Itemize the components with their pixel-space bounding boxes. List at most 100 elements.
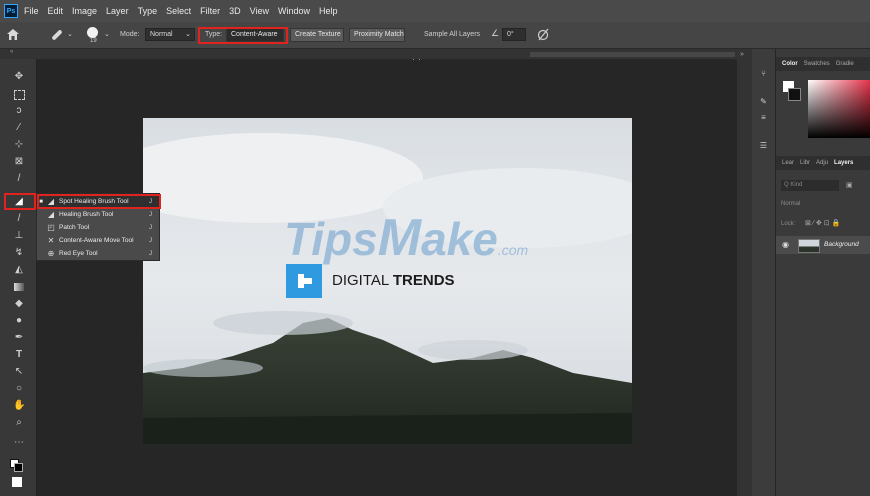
digital-trends-wordmark: DIGITAL TRENDS: [332, 272, 455, 289]
lasso-tool-icon[interactable]: ↄ: [13, 105, 25, 117]
menu-file[interactable]: File: [24, 6, 39, 16]
frame-tool-icon[interactable]: ⊠: [13, 156, 25, 168]
adjustments-icon[interactable]: ≡: [757, 113, 770, 125]
watermark-ips: ips: [311, 213, 378, 265]
menu-layer[interactable]: Layer: [106, 6, 129, 16]
menu-edit[interactable]: Edit: [48, 6, 64, 16]
layer-filter-input[interactable]: Q Kind: [781, 180, 839, 191]
layer-filter-placeholder: Q Kind: [784, 182, 803, 188]
flyout-item-red-eye[interactable]: ⊕ Red Eye Tool J: [37, 247, 159, 260]
angle-input[interactable]: 0°: [502, 28, 526, 41]
menu-image[interactable]: Image: [72, 6, 97, 16]
menu-view[interactable]: View: [250, 6, 269, 16]
flyout-item-shortcut: J: [149, 237, 152, 244]
brush-settings-icon[interactable]: ✎: [757, 97, 770, 109]
hand-tool-icon[interactable]: ✋: [13, 400, 25, 412]
tool-highlight-box: [4, 193, 36, 210]
tab-adjustments[interactable]: Adju: [816, 160, 828, 166]
expand-panels-icon[interactable]: »: [740, 51, 744, 58]
menu-3d[interactable]: 3D: [229, 6, 241, 16]
flyout-item-shortcut: J: [149, 250, 152, 257]
digital-trends-logo: [286, 264, 322, 298]
zoom-tool-icon[interactable]: ⌕: [13, 417, 25, 429]
quick-mask-icon[interactable]: [12, 477, 22, 487]
visibility-eye-icon[interactable]: ◉: [782, 240, 789, 249]
panel-icon-column: ⑂ ✎ ≡ ☰: [752, 49, 776, 496]
flyout-item-label: Content-Aware Move Tool: [59, 237, 134, 244]
preset-dropdown-icon[interactable]: ⌄: [67, 30, 73, 38]
tab-libraries[interactable]: Libr: [800, 160, 810, 166]
background-color-chip[interactable]: [788, 88, 801, 101]
brand-bold: TRENDS: [392, 272, 455, 289]
menu-type[interactable]: Type: [138, 6, 158, 16]
tools-panel: ✥ ↄ ⁄ ⊹ ⊠ / ◢ / ⊥ ↯ ◭ ◆ ● ✒ T ↖ ○ ✋ ⌕ ⋯: [0, 59, 37, 496]
color-picker-field[interactable]: [808, 80, 870, 138]
flyout-item-content-aware-move[interactable]: ✕ Content-Aware Move Tool J: [37, 234, 159, 247]
flyout-item-label: Red Eye Tool: [59, 250, 98, 257]
properties-icon[interactable]: ☰: [757, 141, 770, 153]
tipsmake-watermark: TipsMake.com: [284, 208, 528, 268]
tab-layers[interactable]: Layers: [834, 160, 853, 166]
eraser-tool-icon[interactable]: ◭: [13, 264, 25, 276]
pen-tool-icon[interactable]: ✒: [13, 332, 25, 344]
blend-mode-select[interactable]: Normal: [781, 201, 800, 207]
menu-help[interactable]: Help: [319, 6, 338, 16]
path-selection-tool-icon[interactable]: ↖: [13, 366, 25, 378]
brush-size-value: 19: [90, 38, 97, 44]
brush-tip-icon[interactable]: [87, 27, 98, 38]
home-icon[interactable]: [7, 29, 19, 40]
flyout-item-healing-brush[interactable]: ◢ Healing Brush Tool J: [37, 208, 159, 221]
magic-wand-tool-icon[interactable]: ⁄: [13, 122, 25, 134]
menu-filter[interactable]: Filter: [200, 6, 220, 16]
flyout-item-label: Patch Tool: [59, 224, 90, 231]
pressure-size-icon[interactable]: [537, 28, 549, 41]
menu-bar: Ps File Edit Image Layer Type Select Fil…: [0, 0, 870, 22]
crop-tool-icon[interactable]: ⊹: [13, 139, 25, 151]
history-brush-tool-icon[interactable]: ↯: [13, 247, 25, 259]
flyout-item-label: Healing Brush Tool: [59, 211, 114, 218]
marquee-tool-icon[interactable]: [13, 88, 25, 100]
dodge-tool-icon[interactable]: ●: [13, 315, 25, 327]
more-tools-icon[interactable]: ⋯: [13, 437, 25, 449]
clone-stamp-tool-icon[interactable]: ⊥: [13, 230, 25, 242]
move-tool-icon[interactable]: ✥: [13, 71, 25, 83]
layer-thumbnail: [798, 239, 820, 253]
layer-name: Background: [824, 241, 859, 248]
spot-healing-brush-preset-icon[interactable]: [50, 28, 64, 42]
eyedropper-tool-icon[interactable]: /: [13, 173, 25, 185]
tab-learn[interactable]: Lear: [782, 160, 794, 166]
flyout-item-patch[interactable]: ◰ Patch Tool J: [37, 221, 159, 234]
layer-row-background[interactable]: ◉ Background: [776, 236, 870, 254]
healing-brush-icon: ◢: [47, 210, 55, 219]
menu-select[interactable]: Select: [166, 6, 191, 16]
background-color-swatch[interactable]: [14, 463, 23, 472]
collapse-toolbar-icon[interactable]: «: [10, 49, 13, 55]
watermark-com: .com: [497, 242, 529, 258]
tab-gradients[interactable]: Gradie: [836, 61, 854, 67]
chevron-down-icon: ⌄: [185, 31, 191, 38]
mode-select[interactable]: Normal ⌄: [145, 28, 195, 41]
gradient-tool-icon[interactable]: [13, 281, 25, 293]
type-tool-icon[interactable]: T: [13, 349, 25, 361]
image-filter-icon[interactable]: ▣: [846, 181, 855, 190]
lock-icons[interactable]: ⊠ ⁄ ✥ ⊡ 🔒: [805, 219, 840, 227]
layers-panel-tabs: Lear Libr Adju Layers: [776, 156, 870, 170]
flyout-item-shortcut: J: [149, 224, 152, 231]
photoshop-logo[interactable]: Ps: [4, 4, 18, 18]
brush-tool-icon[interactable]: /: [13, 213, 25, 225]
horizontal-scrollbar[interactable]: [530, 52, 735, 57]
ellipse-tool-icon[interactable]: ○: [13, 383, 25, 395]
patch-icon: ◰: [47, 223, 55, 232]
history-panel-icon[interactable]: ⑂: [757, 69, 770, 81]
proximity-match-button[interactable]: Proximity Match: [349, 28, 405, 42]
tab-color[interactable]: Color: [782, 61, 798, 67]
create-texture-button[interactable]: Create Texture: [290, 28, 344, 42]
panel-collapse-column: »: [737, 49, 752, 496]
mode-label: Mode:: [120, 31, 140, 38]
color-panel-tabs: Color Swatches Gradie: [776, 57, 870, 71]
menu-window[interactable]: Window: [278, 6, 310, 16]
blur-tool-icon[interactable]: ◆: [13, 298, 25, 310]
red-eye-icon: ⊕: [47, 249, 55, 258]
brush-dropdown-icon[interactable]: ⌄: [104, 30, 110, 38]
tab-swatches[interactable]: Swatches: [804, 61, 830, 67]
